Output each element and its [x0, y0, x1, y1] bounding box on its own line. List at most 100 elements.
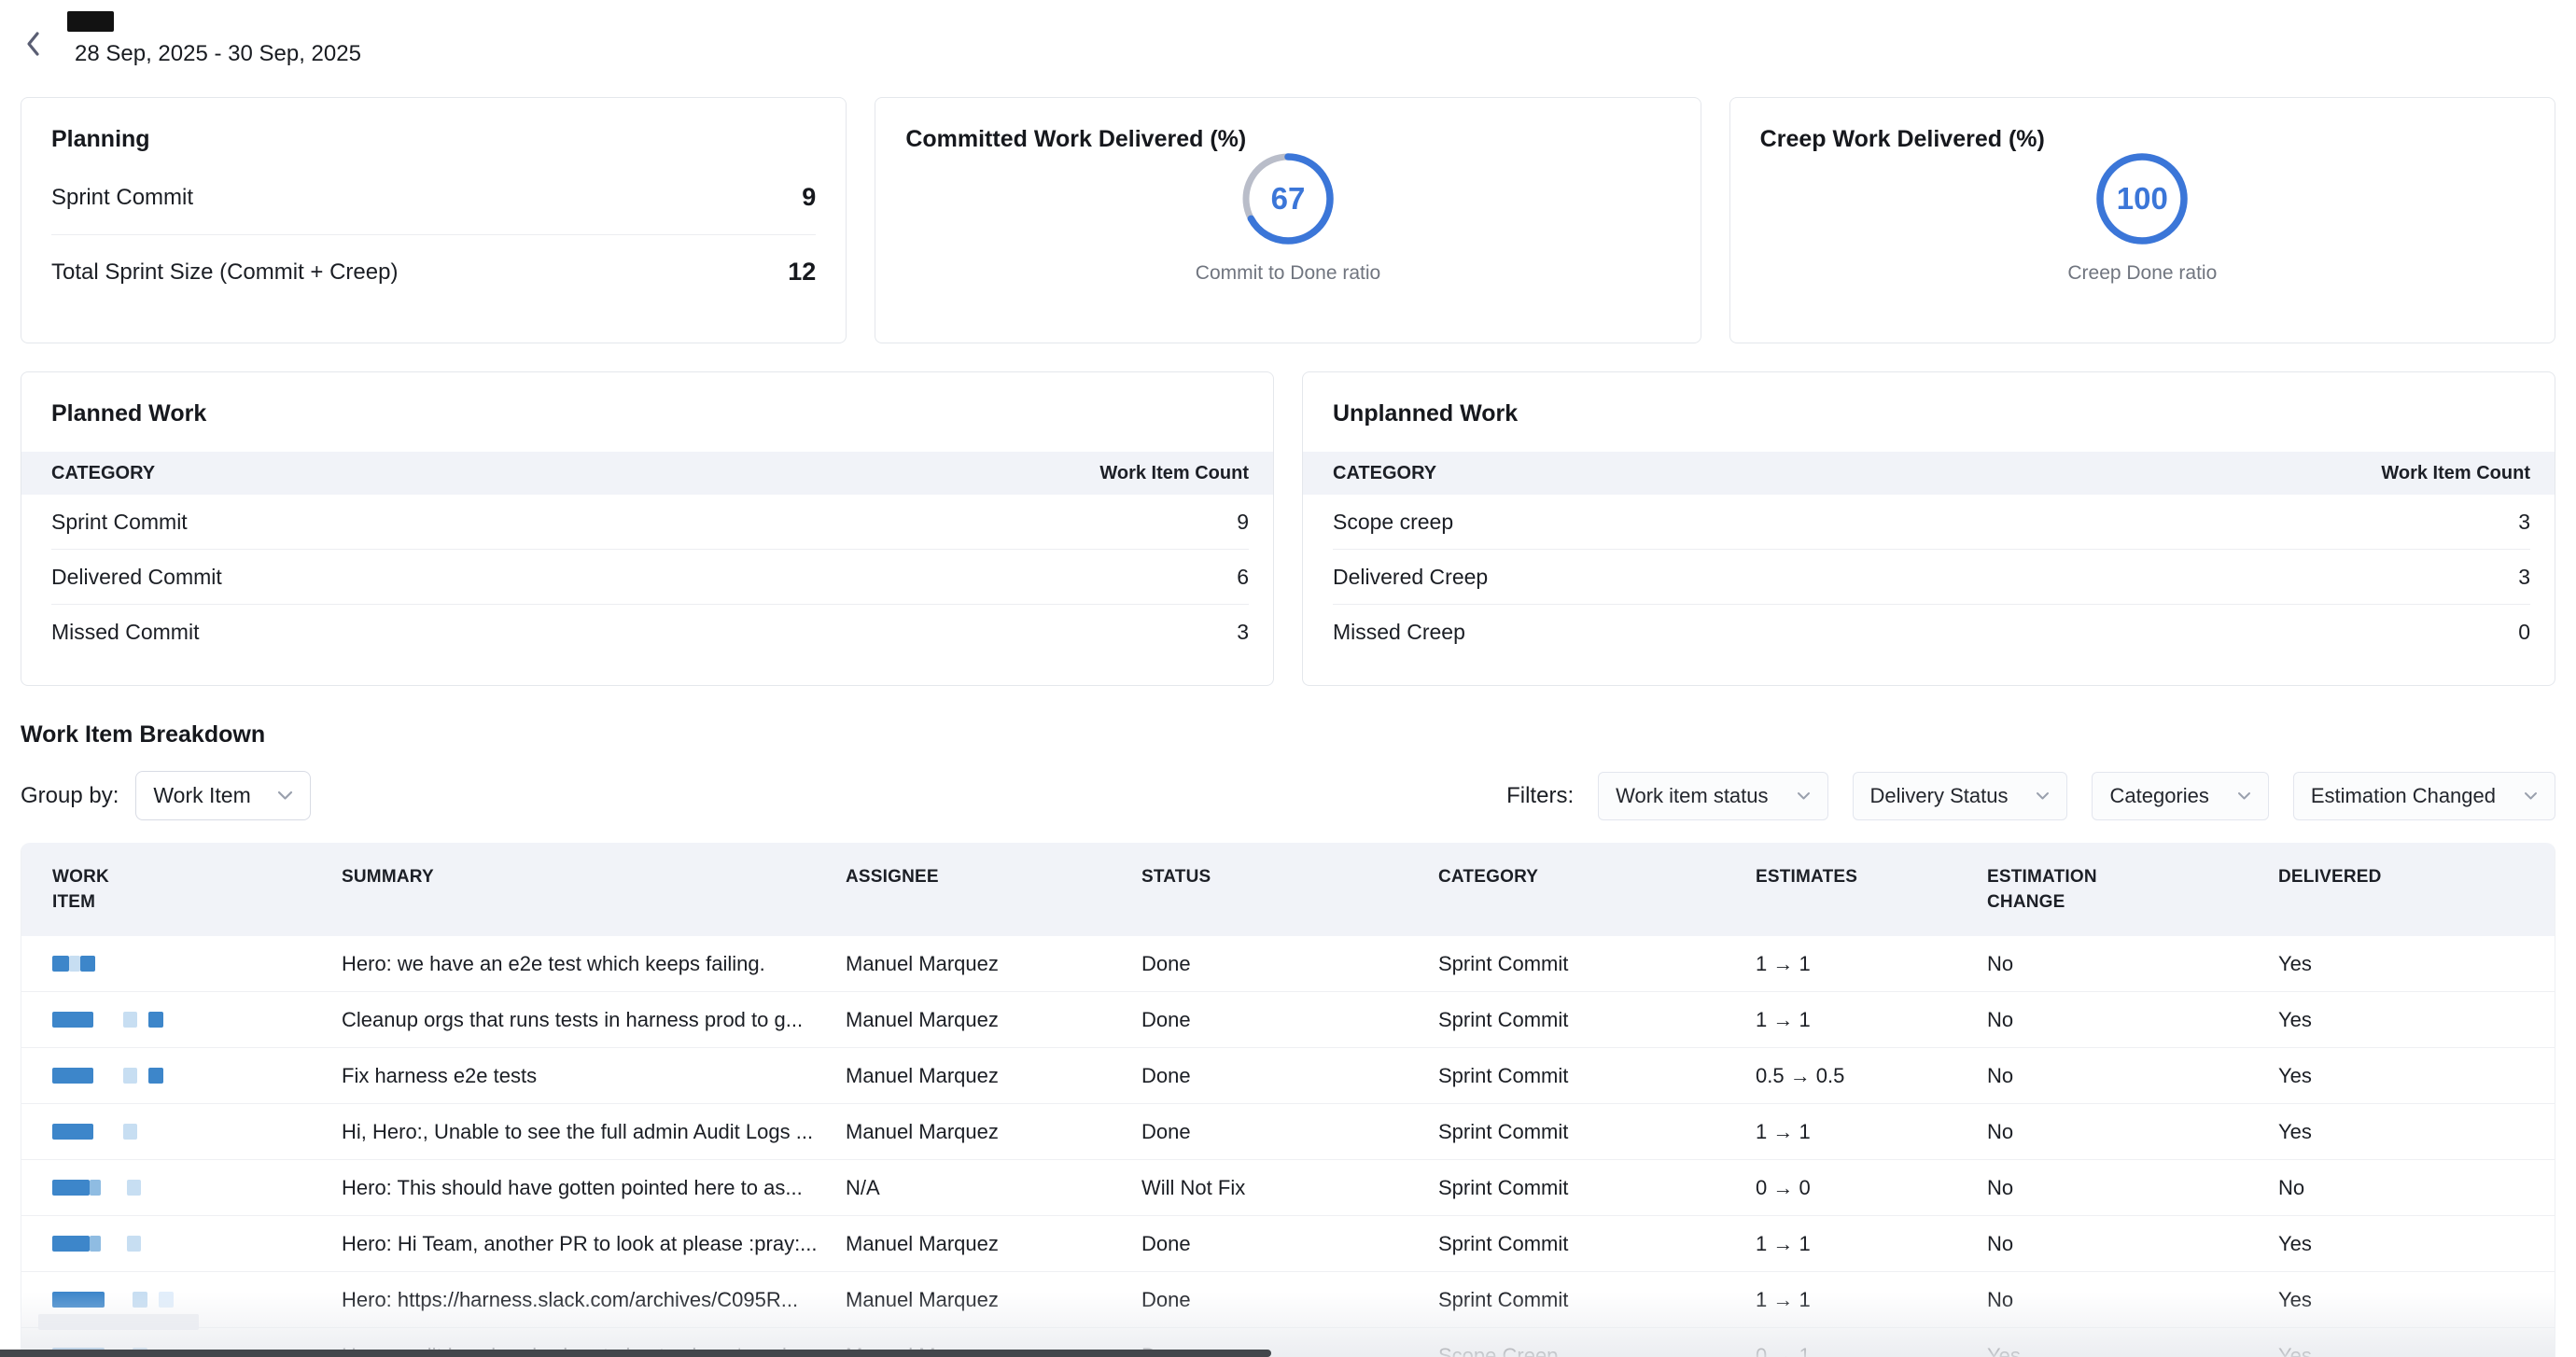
- work-item-id-redacted: [52, 956, 329, 972]
- assignee-cell: Manuel Marquez: [846, 1008, 1141, 1032]
- category-cell: Sprint Commit: [1438, 1008, 1756, 1032]
- category-tables-row: Planned Work CATEGORY Work Item Count Sp…: [21, 371, 2555, 686]
- unplanned-work-title: Unplanned Work: [1303, 372, 2555, 452]
- column-header-text: CATEGORY: [1438, 865, 1538, 890]
- planned-work-category: Delivered Commit: [51, 565, 222, 590]
- status-cell: Done: [1141, 1008, 1438, 1032]
- work-item-table-header: WORK ITEMSUMMARYASSIGNEESTATUSCATEGORYES…: [21, 843, 2555, 936]
- planning-metrics: Sprint Commit9Total Sprint Size (Commit …: [21, 153, 846, 309]
- delivered-cell: Yes: [2278, 1008, 2555, 1032]
- sprint-report-page: 28 Sep, 2025 - 30 Sep, 2025 Planning Spr…: [0, 0, 2576, 1357]
- redaction-block: [133, 1292, 147, 1308]
- group-by-control: Group by: Work Item: [21, 771, 311, 820]
- summary-cell: Hero: Hi Team, another PR to look at ple…: [342, 1232, 846, 1256]
- estimates-cell: 1 → 1: [1756, 1288, 1987, 1312]
- work-item-id-redacted: [52, 1124, 329, 1140]
- redaction-block: [52, 1068, 93, 1084]
- work-item-id-cell[interactable]: [21, 1124, 342, 1140]
- planning-card: Planning Sprint Commit9Total Sprint Size…: [21, 97, 847, 343]
- table-row: Hero: This should have gotten pointed he…: [21, 1159, 2555, 1215]
- chevron-down-icon: [277, 790, 293, 801]
- status-cell: Done: [1141, 1232, 1438, 1256]
- filter-dropdown-categories[interactable]: Categories: [2092, 772, 2268, 820]
- table-row: Cleanup orgs that runs tests in harness …: [21, 991, 2555, 1047]
- filter-dropdown-label: Categories: [2109, 784, 2208, 808]
- assignee-cell: Manuel Marquez: [846, 1120, 1141, 1144]
- work-item-id-redacted: [52, 1236, 329, 1252]
- loading-skeleton-bar: [38, 1314, 199, 1330]
- creep-gauge-value: 100: [2093, 150, 2191, 247]
- summary-cell: Hero: we have an e2e test which keeps fa…: [342, 952, 846, 976]
- column-header-assignee: ASSIGNEE: [846, 843, 1141, 890]
- planned-work-count: 9: [1237, 510, 1249, 535]
- work-item-id-redacted: [52, 1180, 329, 1196]
- table-row: Hero: https://harness.slack.com/archives…: [21, 1271, 2555, 1327]
- estimates-cell: 1 → 1: [1756, 1232, 1987, 1256]
- category-cell: Scope Creep: [1438, 1344, 1756, 1357]
- redaction-block: [69, 956, 80, 972]
- delivered-cell: Yes: [2278, 1232, 2555, 1256]
- unplanned-work-category: Delivered Creep: [1333, 565, 1488, 590]
- unplanned-work-count: 3: [2518, 565, 2530, 590]
- column-header-work-item: WORK ITEM: [21, 843, 342, 915]
- planned-work-category: Sprint Commit: [51, 510, 188, 535]
- status-cell: Done: [1141, 1120, 1438, 1144]
- filter-dropdown-delivery-status[interactable]: Delivery Status: [1853, 772, 2068, 820]
- column-header-text: ESTIMATES: [1756, 865, 1857, 890]
- header-text: 28 Sep, 2025 - 30 Sep, 2025: [75, 11, 2576, 67]
- assignee-cell: Manuel Marquez: [846, 1288, 1141, 1312]
- column-header-status: STATUS: [1141, 843, 1438, 890]
- planned-work-card: Planned Work CATEGORY Work Item Count Sp…: [21, 371, 1274, 686]
- category-cell: Sprint Commit: [1438, 952, 1756, 976]
- work-item-id-cell[interactable]: [21, 1012, 342, 1028]
- redaction-block: [159, 1292, 174, 1308]
- chevron-down-icon: [2237, 791, 2251, 801]
- status-cell: Will Not Fix: [1141, 1176, 1438, 1200]
- filter-dropdown-label: Work item status: [1616, 784, 1768, 808]
- estimation-change-cell: No: [1987, 952, 2278, 976]
- redaction-block: [123, 1068, 137, 1084]
- work-item-id-cell[interactable]: [21, 1068, 342, 1084]
- committed-work-card: Committed Work Delivered (%) 67 Commit t…: [875, 97, 1701, 343]
- planning-metric-label: Sprint Commit: [51, 185, 193, 211]
- report-title-redacted: [67, 11, 114, 32]
- summary-cell: Hi, Hero:, Unable to see the full admin …: [342, 1120, 846, 1144]
- report-header: 28 Sep, 2025 - 30 Sep, 2025: [0, 0, 2576, 90]
- chevron-left-icon: [24, 30, 41, 58]
- group-by-label: Group by:: [21, 783, 119, 809]
- committed-gauge: 67: [1239, 150, 1337, 247]
- work-item-id-cell[interactable]: [21, 1292, 342, 1308]
- estimates-cell: 0 → 1: [1756, 1344, 1987, 1357]
- filter-dropdown-work-item-status[interactable]: Work item status: [1598, 772, 1827, 820]
- unplanned-work-row: Scope creep3: [1333, 495, 2530, 549]
- back-button[interactable]: [24, 30, 49, 58]
- horizontal-scrollbar[interactable]: [0, 1350, 1271, 1357]
- work-item-id-cell[interactable]: [21, 1180, 342, 1196]
- estimation-change-cell: Yes: [1987, 1344, 2278, 1357]
- delivered-cell: No: [2278, 1176, 2555, 1200]
- group-by-select[interactable]: Work Item: [135, 771, 311, 820]
- planned-work-row: Missed Commit3: [51, 604, 1249, 659]
- summary-cards-row: Planning Sprint Commit9Total Sprint Size…: [21, 97, 2555, 343]
- redaction-block: [127, 1180, 141, 1196]
- work-item-id-redacted: [52, 1012, 329, 1028]
- filter-dropdown-estimation-changed[interactable]: Estimation Changed: [2293, 772, 2555, 820]
- redaction-block: [52, 1180, 90, 1196]
- estimation-change-cell: No: [1987, 1008, 2278, 1032]
- summary-cell: Fix harness e2e tests: [342, 1064, 846, 1088]
- work-item-id-cell[interactable]: [21, 956, 342, 972]
- group-by-value: Work Item: [153, 783, 250, 808]
- estimation-change-cell: No: [1987, 1232, 2278, 1256]
- assignee-cell: Manuel Marquez: [846, 1232, 1141, 1256]
- table-row: Hi, Hero:, Unable to see the full admin …: [21, 1103, 2555, 1159]
- work-item-id-cell[interactable]: [21, 1236, 342, 1252]
- date-range: 28 Sep, 2025 - 30 Sep, 2025: [75, 41, 2576, 67]
- unplanned-work-rows: Scope creep3 Delivered Creep 3 Missed Creep…: [1303, 495, 2555, 659]
- column-header-text: STATUS: [1141, 865, 1211, 890]
- work-item-table-body: Hero: we have an e2e test which keeps fa…: [21, 936, 2555, 1357]
- unplanned-work-row: Missed Creep0: [1333, 604, 2530, 659]
- status-cell: Done: [1141, 952, 1438, 976]
- planned-work-rows: Sprint Commit9Delivered Commit6Missed Co…: [21, 495, 1273, 659]
- redaction-block: [148, 1068, 163, 1084]
- planned-work-title: Planned Work: [21, 372, 1273, 452]
